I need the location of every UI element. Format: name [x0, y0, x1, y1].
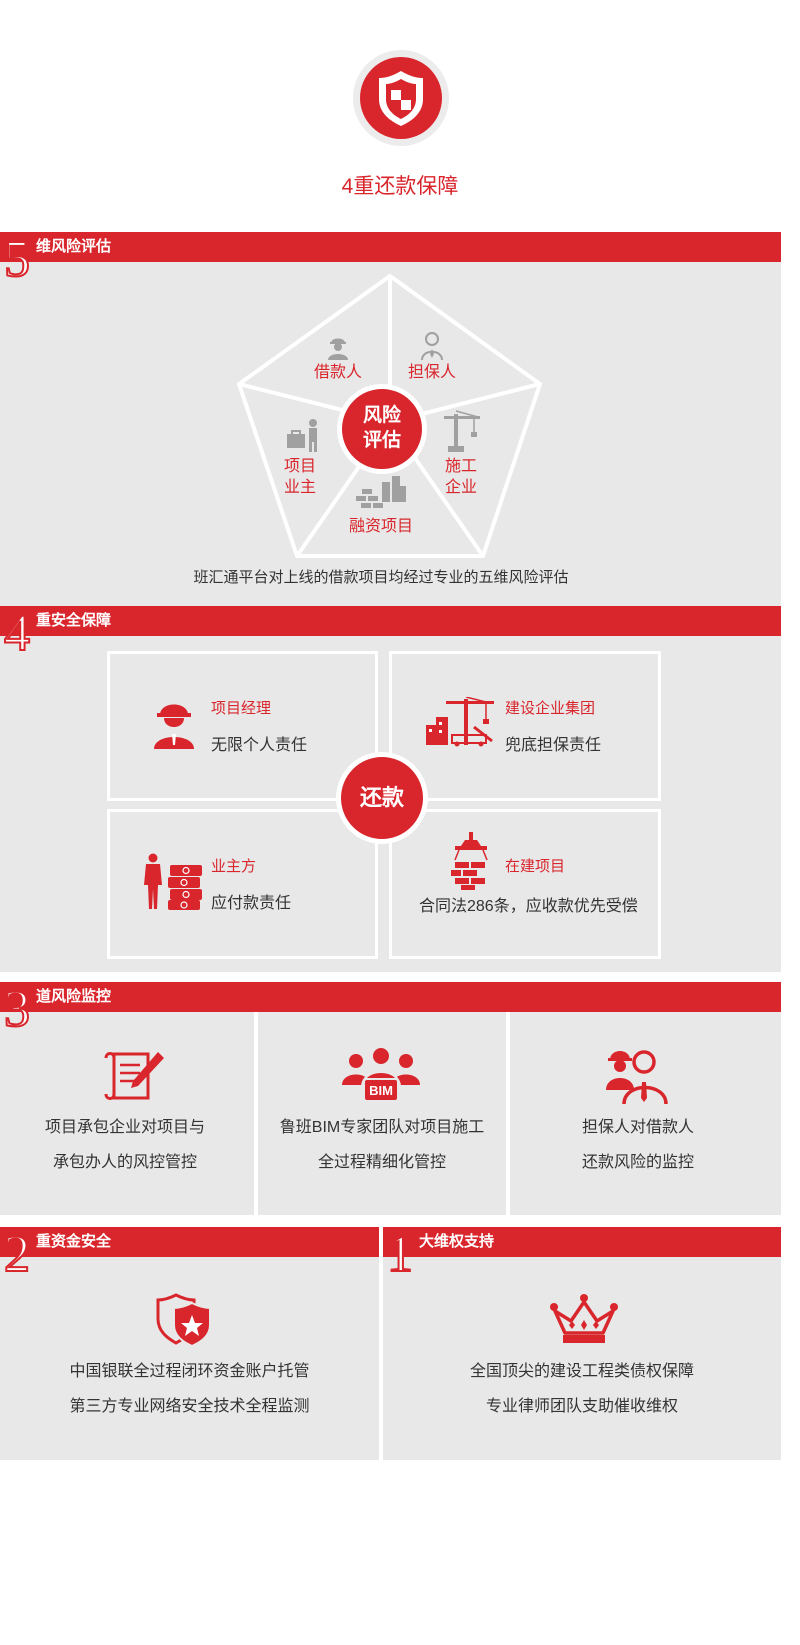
monitor-line1: 担保人对借款人	[581, 1119, 694, 1136]
double-shield-icon	[156, 1293, 211, 1347]
contractor-label: 施工 企业	[436, 456, 486, 498]
repayment-center: 还款	[336, 752, 428, 844]
funds-text: 中国银联全过程闭环资金账户托管 第三方专业网络安全技术全程监测	[0, 1354, 379, 1424]
rights-header: 1 大维权支持	[383, 1227, 781, 1282]
risk-eval-center-line2: 评估	[362, 430, 401, 451]
contractor-label-line1: 施工	[444, 458, 477, 475]
borrower-icon	[328, 338, 348, 360]
card-frame	[107, 651, 378, 801]
funds-line2: 第三方专业网络安全技术全程监测	[69, 1398, 310, 1415]
card-frame	[389, 809, 661, 959]
section-number: 4	[3, 605, 31, 662]
monitor-line2: 还款风险的监控	[581, 1154, 694, 1171]
bim-badge: BIM	[369, 1083, 393, 1098]
crane-icon	[444, 410, 480, 452]
section-label: 大维权支持	[419, 1233, 495, 1250]
monitor-line1: 鲁班BIM专家团队对项目施工	[279, 1119, 485, 1136]
page-title: 4重还款保障	[341, 175, 459, 198]
guarantor-icon	[421, 332, 443, 360]
bricks-hook-icon	[451, 832, 488, 890]
rights-line2: 专业律师团队支助催收维权	[485, 1398, 678, 1415]
shield-logo	[353, 50, 449, 146]
monitor-line1: 项目承包企业对项目与	[44, 1119, 205, 1136]
funds-header: 2 重资金安全	[0, 1227, 379, 1282]
funds-line1: 中国银联全过程闭环资金账户托管	[69, 1363, 310, 1380]
monitor-header: 3 道风险监控	[0, 982, 781, 1037]
risk-eval-center-line1: 风险	[362, 405, 401, 426]
financing-project-icon	[356, 476, 406, 508]
shield-icon	[379, 71, 423, 126]
risk-eval-header: 5 维风险评估	[0, 232, 781, 287]
section-number: 1	[386, 1226, 414, 1283]
card-title: 建设企业集团	[505, 700, 596, 717]
owner-money-icon	[144, 853, 202, 910]
contract-pen-icon	[104, 1052, 164, 1100]
card-title: 业主方	[211, 858, 257, 875]
card-desc: 合同法286条，应收款优先受偿	[419, 898, 638, 915]
rights-text: 全国顶尖的建设工程类债权保障 专业律师团队支助催收维权	[383, 1354, 781, 1424]
card-title: 项目经理	[211, 700, 272, 717]
monitor-line2: 承包办人的风控管控	[52, 1154, 197, 1171]
owner-label-line2: 业主	[283, 479, 316, 496]
card-desc: 无限个人责任	[211, 737, 308, 754]
monitor-text: 担保人对借款人 还款风险的监控	[510, 1110, 766, 1180]
guarantor-people-icon	[606, 1050, 668, 1104]
project-manager-icon	[154, 704, 194, 749]
section-label: 道风险监控	[36, 988, 112, 1005]
section-label: 重资金安全	[36, 1233, 112, 1250]
financing-project-label: 融资项目	[348, 518, 413, 535]
owner-icon	[287, 419, 317, 452]
monitor-text: 鲁班BIM专家团队对项目施工 全过程精细化管控	[258, 1110, 506, 1180]
risk-eval-caption: 班汇通平台对上线的借款项目均经过专业的五维风险评估	[193, 569, 569, 586]
owner-label-line1: 项目	[283, 458, 316, 475]
owner-label: 项目 业主	[275, 456, 325, 498]
construction-group-icon	[426, 697, 494, 747]
section-label: 维风险评估	[36, 238, 112, 255]
borrower-label: 借款人	[313, 364, 362, 381]
card-desc: 应付款责任	[211, 895, 292, 912]
guarantor-label: 担保人	[407, 364, 456, 381]
security-header: 4 重安全保障	[0, 606, 781, 661]
section-number: 2	[3, 1226, 31, 1283]
section-number: 5	[3, 231, 31, 288]
risk-eval-center: 风险 评估	[337, 384, 427, 474]
card-title: 在建项目	[505, 858, 566, 875]
monitor-line2: 全过程精细化管控	[317, 1154, 446, 1171]
monitor-text: 项目承包企业对项目与 承包办人的风控管控	[0, 1110, 250, 1180]
crown-icon	[550, 1294, 618, 1343]
card-desc: 兜底担保责任	[505, 737, 602, 754]
section-label: 重安全保障	[36, 612, 112, 629]
section-number: 3	[3, 981, 31, 1038]
rights-line1: 全国顶尖的建设工程类债权保障	[469, 1363, 694, 1380]
contractor-label-line2: 企业	[444, 479, 477, 496]
